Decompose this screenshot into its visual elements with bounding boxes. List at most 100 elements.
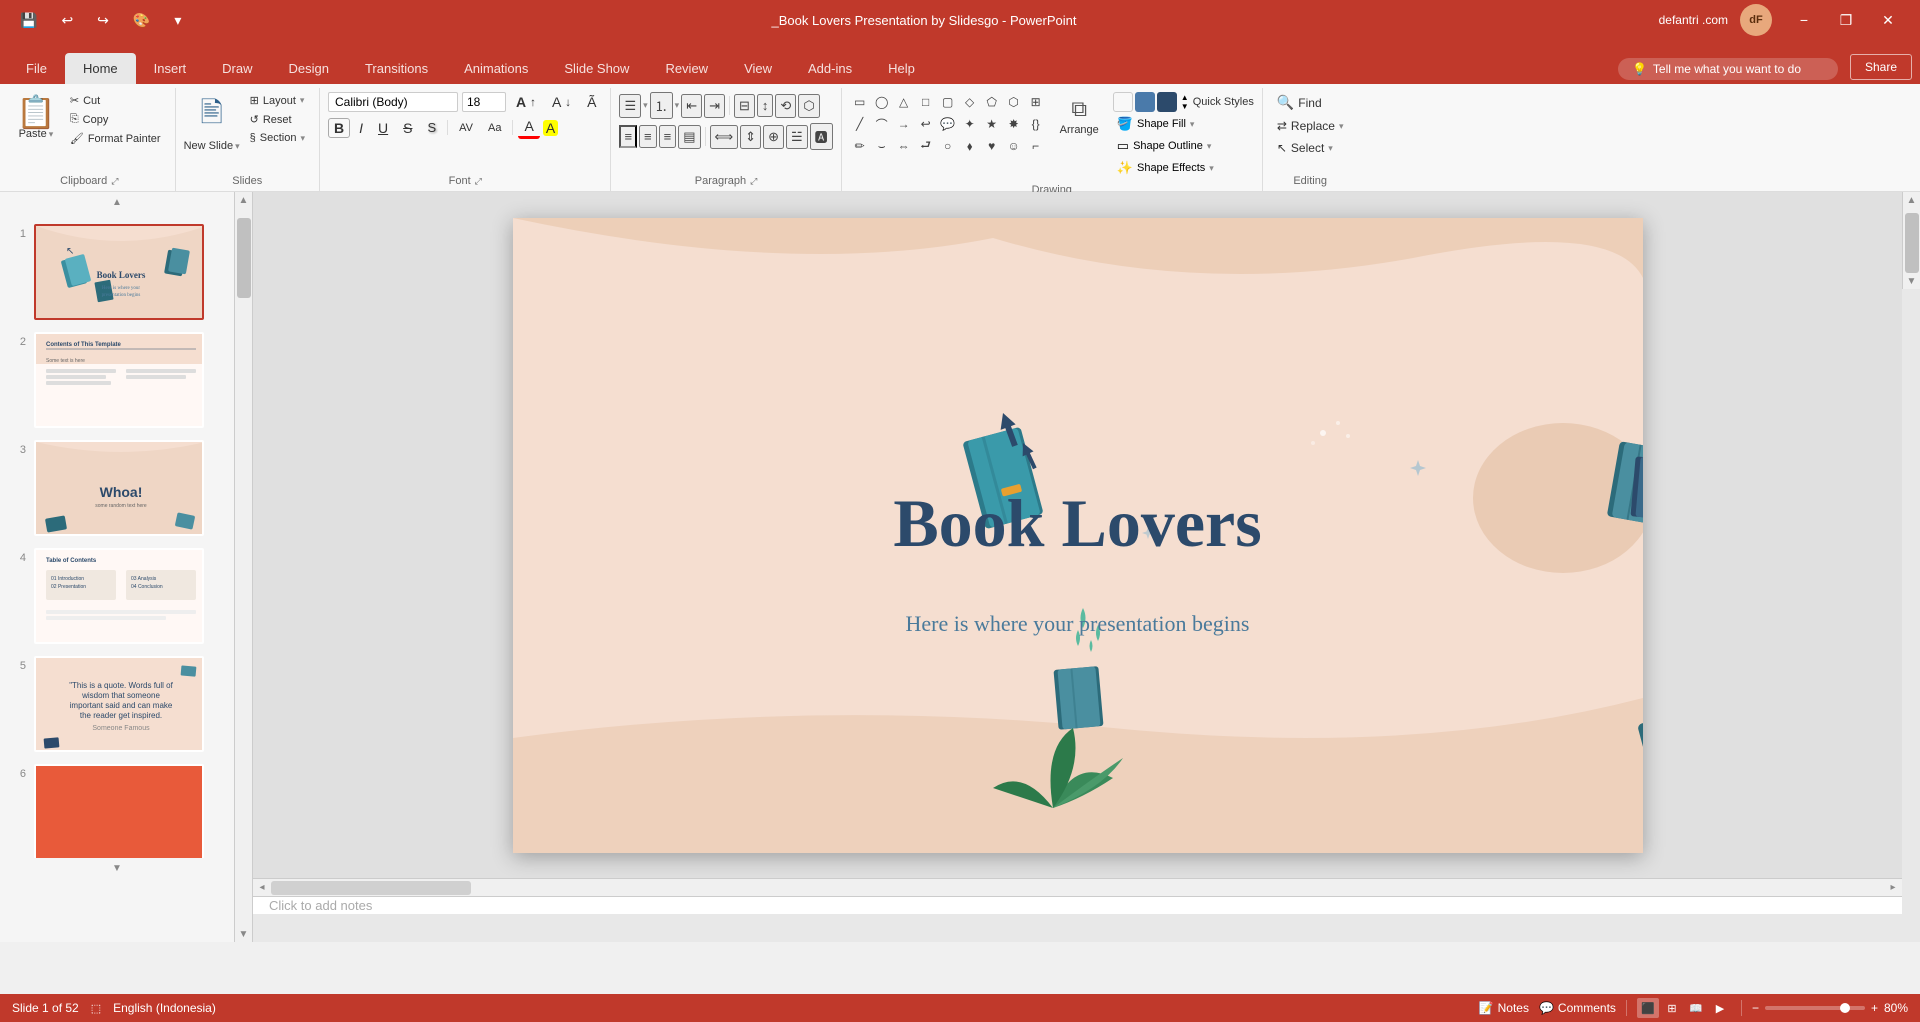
tab-design[interactable]: Design: [271, 53, 347, 84]
scroll-down-button[interactable]: ▼: [236, 926, 252, 942]
tab-transitions[interactable]: Transitions: [347, 53, 446, 84]
font-size-input[interactable]: [462, 92, 506, 112]
text-fill-button[interactable]: 🅰: [810, 123, 833, 150]
text-direction-button[interactable]: ⟲: [775, 94, 796, 118]
callout-icon[interactable]: 💬: [938, 114, 958, 134]
find-button[interactable]: 🔍 Find: [1271, 92, 1328, 113]
slide-thumbnail[interactable]: Whoa! some random text here: [34, 440, 204, 536]
rectangle-icon[interactable]: ▭: [850, 92, 870, 112]
rounded-rect-icon[interactable]: ▢: [938, 92, 958, 112]
slide-main-title[interactable]: Book Lovers: [893, 484, 1261, 563]
style-swatch-1[interactable]: [1113, 92, 1133, 112]
slide-thumbnail[interactable]: Book Lovers Here is where your presentat…: [34, 224, 204, 320]
font-name-input[interactable]: [328, 92, 458, 112]
tell-me-input[interactable]: 💡 Tell me what you want to do: [1618, 58, 1838, 80]
slide-thumbnail[interactable]: Table of Contents 01 Introduction 02 Pre…: [34, 548, 204, 644]
vertical-scrollbar[interactable]: ▲ ▼: [235, 192, 253, 942]
h-scroll-left-button[interactable]: ◂: [253, 879, 271, 897]
strikethrough-button[interactable]: S: [397, 118, 418, 138]
minimize-button[interactable]: −: [1784, 0, 1824, 40]
decrease-font-button[interactable]: A↓: [546, 92, 577, 112]
zoom-in-button[interactable]: +: [1871, 1001, 1878, 1015]
underline-button[interactable]: U: [372, 118, 394, 138]
format-painter-button[interactable]: 🖌 Format Painter: [64, 130, 167, 147]
shape-fill-button[interactable]: 🪣 Shape Fill ▾: [1113, 114, 1254, 134]
font-expand-icon[interactable]: ⤢: [475, 176, 482, 187]
text-shadow-button[interactable]: S: [421, 118, 442, 137]
circle-icon[interactable]: ◯: [872, 92, 892, 112]
slide-panel-scroll-up[interactable]: ▲: [0, 192, 235, 212]
reading-view-button[interactable]: 📖: [1685, 998, 1707, 1018]
smiley-icon[interactable]: ☺: [1004, 136, 1024, 156]
slide-thumbnail[interactable]: [34, 764, 204, 860]
reset-button[interactable]: ↺ Reset: [244, 111, 311, 128]
slide-item[interactable]: 5 "This is a quote. Words full of wisdom…: [0, 652, 234, 756]
curve-icon[interactable]: ⌒: [872, 114, 892, 134]
diamond-icon[interactable]: ◇: [960, 92, 980, 112]
tab-insert[interactable]: Insert: [136, 53, 205, 84]
right-scroll-up-button[interactable]: ▲: [1904, 192, 1920, 208]
more-shapes-icon[interactable]: ⊞: [1026, 92, 1046, 112]
quick-styles-expand[interactable]: ▲ ▼: [1181, 93, 1189, 111]
tab-view[interactable]: View: [726, 53, 790, 84]
char-spacing-button[interactable]: AV: [453, 120, 479, 136]
qat-dropdown-button[interactable]: ▾: [166, 8, 189, 33]
numbering-button[interactable]: ⒈: [650, 92, 673, 119]
section-button[interactable]: § Section ▾: [244, 130, 311, 146]
arc-icon[interactable]: ⌣: [872, 136, 892, 156]
increase-indent-button[interactable]: ⇥: [704, 94, 725, 118]
align-right-button[interactable]: ≡: [659, 125, 677, 148]
tab-slideshow[interactable]: Slide Show: [546, 53, 647, 84]
slide-item[interactable]: 1 Book Lovers Here is where your: [0, 220, 234, 324]
tab-home[interactable]: Home: [65, 53, 136, 84]
slide-subtitle[interactable]: Here is where your presentation begins: [906, 611, 1250, 637]
highlight-color-button[interactable]: A: [543, 120, 558, 136]
star5-icon[interactable]: ★: [982, 114, 1002, 134]
select-button[interactable]: ↖ Select ▾: [1271, 139, 1339, 157]
paragraph-spacing-button[interactable]: ⇕: [740, 125, 761, 149]
notes-button[interactable]: 📝 Notes: [1479, 1001, 1529, 1015]
oval-callout-icon[interactable]: ○: [938, 136, 958, 156]
increase-font-button[interactable]: A↑: [510, 92, 542, 112]
slide-canvas[interactable]: Book Lovers Here is where your presentat…: [513, 218, 1643, 853]
right-vertical-scrollbar[interactable]: ▲ ▼: [1902, 192, 1920, 289]
tab-animations[interactable]: Animations: [446, 53, 546, 84]
line-icon[interactable]: ╱: [850, 114, 870, 134]
save-button[interactable]: 💾: [12, 8, 45, 33]
notes-area[interactable]: Click to add notes: [253, 896, 1902, 914]
restore-button[interactable]: ❐: [1826, 0, 1866, 40]
share-button[interactable]: Share: [1850, 54, 1912, 80]
paste-button[interactable]: 📋 Paste ▾: [12, 92, 60, 144]
cut-button[interactable]: ✂ Cut: [64, 92, 167, 109]
slide-item[interactable]: 2 Contents of This Template Some text is…: [0, 328, 234, 432]
new-slide-button[interactable]: 🖹 New Slide ▾: [184, 92, 240, 152]
slide-thumbnail[interactable]: Contents of This Template Some text is h…: [34, 332, 204, 428]
zoom-slider[interactable]: [1765, 1006, 1865, 1010]
italic-button[interactable]: I: [353, 118, 369, 138]
redo-button[interactable]: ↪: [89, 8, 117, 33]
hexagon-icon[interactable]: ⬡: [1004, 92, 1024, 112]
list-level-button[interactable]: ⊕: [763, 125, 784, 149]
slide-item[interactable]: 6: [0, 760, 234, 864]
slide-sorter-button[interactable]: ⊞: [1661, 998, 1683, 1018]
star8-icon[interactable]: ✸: [1004, 114, 1024, 134]
tab-file[interactable]: File: [8, 53, 65, 84]
font-case-button[interactable]: Aa: [482, 120, 507, 136]
align-left-button[interactable]: ≡: [619, 125, 637, 148]
h-scroll-right-button[interactable]: ▸: [1884, 879, 1902, 897]
replace-button[interactable]: ⇄ Replace ▾: [1271, 117, 1350, 135]
dbl-arrow-icon[interactable]: ⇔: [894, 136, 914, 156]
slide-thumbnail[interactable]: "This is a quote. Words full of wisdom t…: [34, 656, 204, 752]
paragraph-expand-icon[interactable]: ⤢: [750, 176, 757, 187]
right-scroll-thumb[interactable]: [1905, 213, 1919, 273]
comments-button[interactable]: 💬 Comments: [1539, 1001, 1616, 1015]
style-swatch-3[interactable]: [1157, 92, 1177, 112]
freeform-icon[interactable]: ✏: [850, 136, 870, 156]
shape-outline-button[interactable]: ▭ Shape Outline ▾: [1113, 136, 1254, 156]
undo-button[interactable]: ↩: [53, 8, 81, 33]
arrange-button[interactable]: ⧉ Arrange: [1052, 92, 1107, 140]
slide-item[interactable]: 4 Table of Contents 01 Introduction 02 P…: [0, 544, 234, 648]
font-color-button[interactable]: A: [518, 116, 539, 139]
columns-button[interactable]: ⊟: [734, 94, 755, 118]
align-center-button[interactable]: ≡: [639, 125, 657, 148]
